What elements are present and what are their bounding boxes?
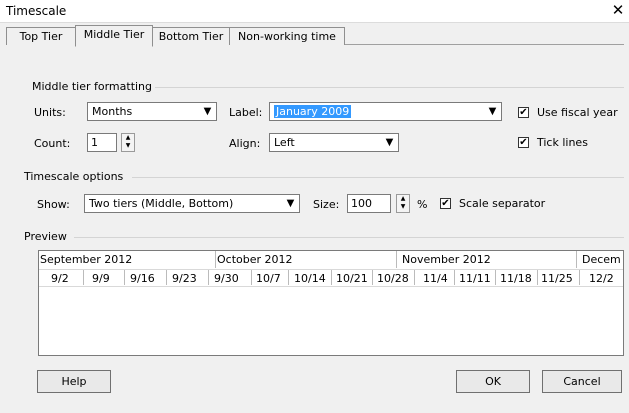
- preview-week-label: 12/2: [589, 272, 614, 285]
- show-label: Show:: [37, 198, 70, 211]
- preview-group-label: Preview: [24, 230, 67, 243]
- size-input[interactable]: 100: [347, 194, 391, 213]
- chevron-down-icon: ▼: [286, 198, 295, 209]
- units-value: Months: [92, 105, 133, 118]
- size-value: 100: [351, 197, 372, 210]
- preview-week-tick: [495, 270, 496, 285]
- size-label: Size:: [313, 198, 340, 211]
- scale-separator-label: Scale separator: [459, 197, 546, 210]
- align-select[interactable]: Left ▼: [269, 133, 399, 152]
- preview-divider: [74, 237, 624, 238]
- preview-week-tick: [414, 270, 415, 285]
- tick-lines-checkbox[interactable]: ✔: [518, 137, 529, 148]
- timescale-options-group-label: Timescale options: [24, 170, 124, 183]
- label-value: January 2009: [274, 105, 352, 118]
- preview-month-label: November 2012: [402, 253, 491, 266]
- show-select[interactable]: Two tiers (Middle, Bottom) ▼: [84, 194, 300, 213]
- preview-week-tick: [83, 270, 84, 285]
- count-spinner[interactable]: ▲ ▼: [121, 133, 135, 152]
- show-value: Two tiers (Middle, Bottom): [89, 197, 234, 210]
- size-spinner[interactable]: ▲ ▼: [396, 194, 410, 213]
- title-bar: [0, 0, 629, 23]
- middle-tier-divider: [155, 87, 624, 88]
- preview-week-tick: [251, 270, 252, 285]
- preview-week-tick: [331, 270, 332, 285]
- label-select[interactable]: January 2009 ▼: [269, 102, 502, 121]
- preview-week-label: 10/28: [377, 272, 409, 285]
- preview-week-tick: [208, 270, 209, 285]
- count-value: 1: [91, 136, 98, 149]
- preview-week-tick: [372, 270, 373, 285]
- use-fiscal-year-label: Use fiscal year: [537, 106, 618, 119]
- spin-down-icon[interactable]: ▼: [397, 203, 409, 211]
- tab-non-working-time[interactable]: Non-working time: [229, 27, 345, 45]
- spin-up-icon[interactable]: ▲: [122, 134, 134, 142]
- preview-month-label: September 2012: [40, 253, 133, 266]
- preview-month-tick: [396, 251, 397, 268]
- help-button[interactable]: Help: [37, 370, 111, 393]
- units-select[interactable]: Months ▼: [87, 102, 217, 121]
- preview-week-tick: [166, 270, 167, 285]
- scale-separator-checkbox[interactable]: ✔: [440, 198, 451, 209]
- align-label: Align:: [229, 137, 261, 150]
- chevron-down-icon: ▼: [203, 106, 212, 117]
- tab-top-tier[interactable]: Top Tier: [6, 27, 76, 45]
- preview-week-label: 11/25: [541, 272, 573, 285]
- middle-tier-group-label: Middle tier formatting: [32, 80, 153, 93]
- preview-week-tick: [288, 270, 289, 285]
- cancel-button[interactable]: Cancel: [542, 370, 622, 393]
- preview-month-tick: [215, 251, 216, 268]
- chevron-down-icon: ▼: [385, 137, 394, 148]
- preview-week-tick: [579, 270, 580, 285]
- count-label: Count:: [34, 137, 71, 150]
- align-value: Left: [274, 136, 295, 149]
- spin-up-icon[interactable]: ▲: [397, 195, 409, 203]
- preview-week-label: 9/23: [172, 272, 197, 285]
- count-input[interactable]: 1: [87, 133, 117, 152]
- ok-button[interactable]: OK: [456, 370, 530, 393]
- units-label: Units:: [34, 106, 66, 119]
- preview-week-label: 9/2: [51, 272, 69, 285]
- timescale-options-divider: [132, 177, 624, 178]
- preview-month-label: October 2012: [217, 253, 293, 266]
- preview-month-tick: [576, 251, 577, 268]
- tab-bottom-tier[interactable]: Bottom Tier: [152, 27, 230, 45]
- preview-month-row: September 2012 October 2012 November 201…: [39, 251, 623, 268]
- percent-label: %: [417, 198, 428, 211]
- preview-week-label: 9/30: [214, 272, 239, 285]
- preview-week-label: 10/14: [294, 272, 326, 285]
- preview-week-row: 9/2 9/9 9/16 9/23 9/30 10/7 10/14 10/21 …: [39, 269, 623, 286]
- close-icon[interactable]: ✕: [609, 1, 627, 19]
- preview-month-label: Decem: [582, 253, 621, 266]
- preview-week-label: 11/18: [500, 272, 532, 285]
- timescale-preview: September 2012 October 2012 November 201…: [38, 250, 624, 356]
- preview-header-divider: [39, 286, 623, 287]
- preview-week-label: 9/16: [130, 272, 155, 285]
- preview-week-label: 11/4: [423, 272, 448, 285]
- preview-week-tick: [124, 270, 125, 285]
- chevron-down-icon: ▼: [488, 106, 497, 117]
- tick-lines-label: Tick lines: [537, 136, 588, 149]
- preview-week-label: 11/11: [459, 272, 491, 285]
- preview-week-label: 10/21: [336, 272, 368, 285]
- dialog-title: Timescale: [6, 4, 67, 18]
- spin-down-icon[interactable]: ▼: [122, 142, 134, 150]
- preview-week-tick: [454, 270, 455, 285]
- preview-week-label: 10/7: [256, 272, 281, 285]
- use-fiscal-year-checkbox[interactable]: ✔: [518, 107, 529, 118]
- label-label: Label:: [229, 106, 263, 119]
- preview-week-tick: [537, 270, 538, 285]
- tab-middle-tier[interactable]: Middle Tier: [75, 25, 153, 47]
- preview-week-label: 9/9: [92, 272, 110, 285]
